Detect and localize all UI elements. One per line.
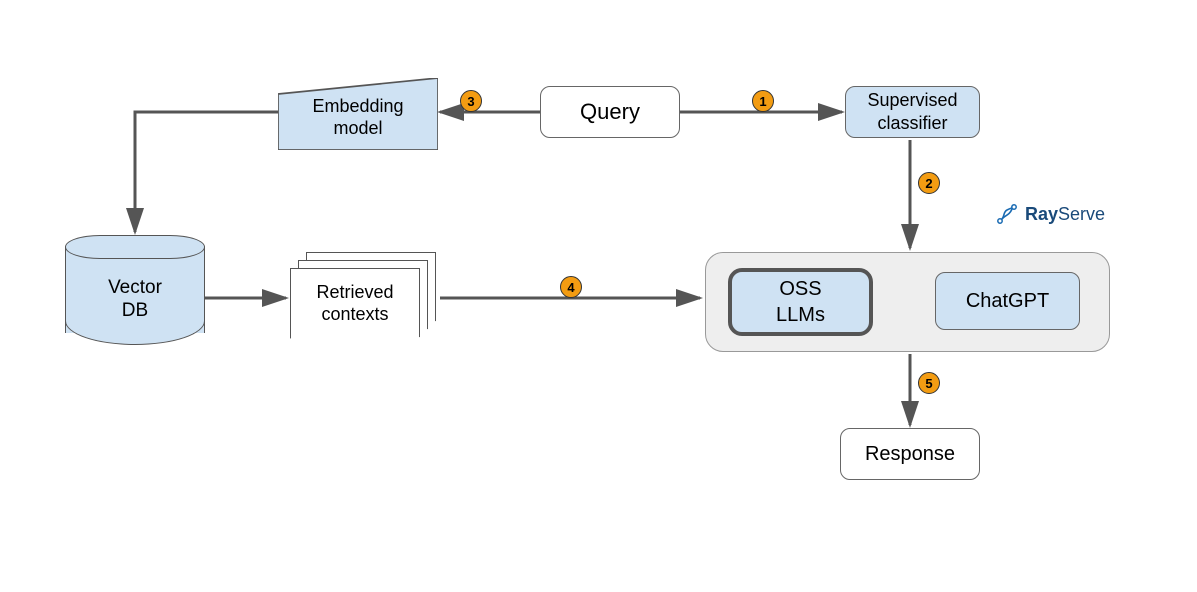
chatgpt-label: ChatGPT bbox=[966, 288, 1049, 314]
badge-2: 2 bbox=[918, 172, 940, 194]
chatgpt-box: ChatGPT bbox=[935, 272, 1080, 330]
rayserve-brand: RayServe bbox=[995, 202, 1105, 226]
embedding-box: Embedding model bbox=[278, 78, 438, 150]
rayserve-ray: Ray bbox=[1025, 204, 1058, 224]
badge-5: 5 bbox=[918, 372, 940, 394]
query-box: Query bbox=[540, 86, 680, 138]
rayserve-icon bbox=[995, 202, 1019, 226]
response-box: Response bbox=[840, 428, 980, 480]
classifier-box: Supervised classifier bbox=[845, 86, 980, 138]
response-label: Response bbox=[865, 441, 955, 467]
oss-llms-label: OSS LLMs bbox=[776, 276, 825, 328]
oss-llms-box: OSS LLMs bbox=[728, 268, 873, 336]
embedding-label: Embedding model bbox=[312, 96, 403, 139]
vector-db-label: Vector DB bbox=[108, 277, 162, 323]
query-label: Query bbox=[580, 98, 640, 127]
classifier-label: Supervised classifier bbox=[867, 89, 957, 136]
retrieved-label: Retrieved contexts bbox=[316, 282, 393, 325]
badge-1: 1 bbox=[752, 90, 774, 112]
vector-db-cylinder: Vector DB bbox=[65, 235, 205, 345]
badge-4: 4 bbox=[560, 276, 582, 298]
retrieved-docs: Retrieved contexts bbox=[290, 252, 440, 342]
rayserve-serve: Serve bbox=[1058, 204, 1105, 224]
badge-3: 3 bbox=[460, 90, 482, 112]
